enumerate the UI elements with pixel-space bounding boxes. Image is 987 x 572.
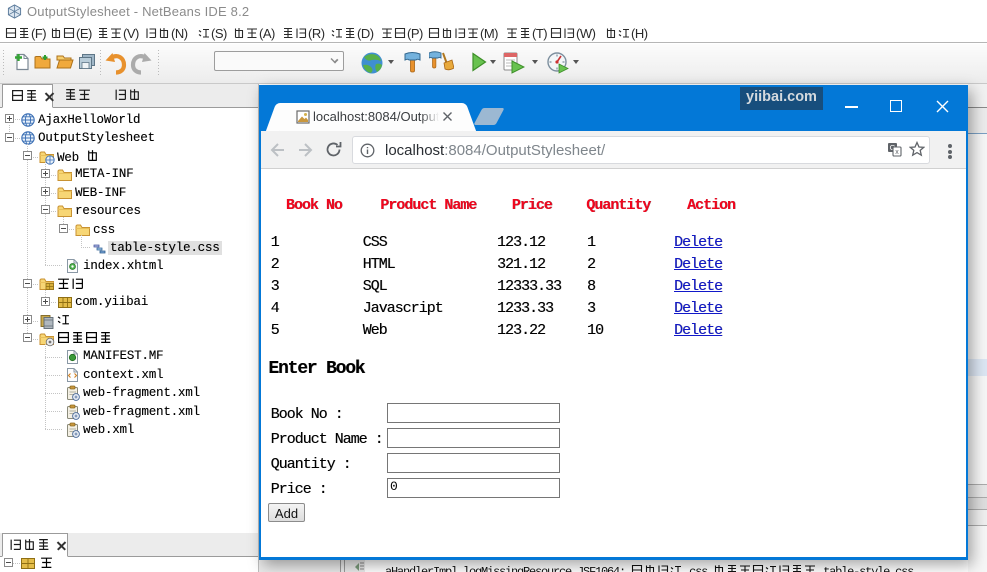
svg-text:x: x — [895, 149, 899, 156]
